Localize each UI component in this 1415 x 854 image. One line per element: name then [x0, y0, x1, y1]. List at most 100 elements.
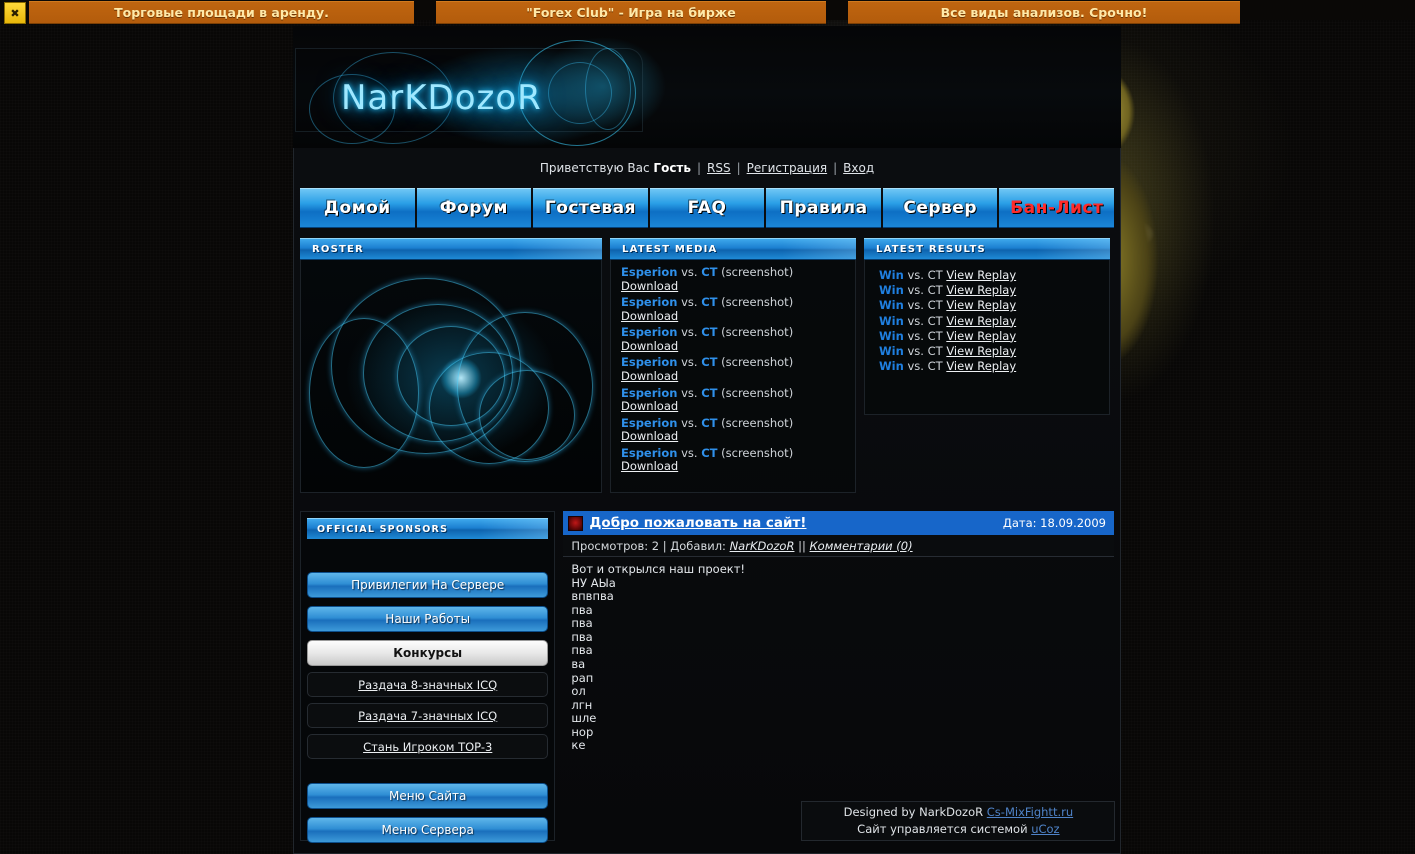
- art-ring-7: [479, 370, 575, 460]
- view-replay-link[interactable]: View Replay: [946, 344, 1016, 358]
- media-kind: (screenshot): [721, 385, 794, 400]
- ad-banner-3[interactable]: Все виды анализов. Срочно!: [848, 1, 1240, 24]
- sidebar-link-icq8[interactable]: Раздача 8-значных ICQ: [307, 672, 549, 697]
- result-outcome: Win: [879, 328, 904, 343]
- list-item: Esperion vs. CT (screenshot) Download: [621, 295, 855, 324]
- result-vs: vs.: [907, 283, 924, 298]
- media-download-link[interactable]: Download: [621, 309, 855, 324]
- media-kind: (screenshot): [721, 445, 794, 460]
- view-replay-link[interactable]: View Replay: [946, 268, 1016, 282]
- media-team[interactable]: Esperion: [621, 325, 677, 339]
- sidebar-link-top3[interactable]: Стань Игроком TOP-3: [307, 734, 549, 759]
- footer-cms-link[interactable]: uCoz: [1031, 822, 1059, 836]
- sidebar-item-privileges[interactable]: Привилегии На Сервере: [307, 572, 549, 598]
- nav-item-home[interactable]: Домой: [300, 188, 415, 228]
- nav-item-forum[interactable]: Форум: [416, 188, 532, 228]
- article-header-left: Добро пожаловать на сайт!: [568, 515, 806, 531]
- result-opponent: CT: [927, 343, 943, 358]
- result-opponent: CT: [927, 328, 943, 343]
- article-line: пва: [571, 616, 593, 631]
- result-opponent: CT: [927, 298, 943, 313]
- result-outcome: Win: [879, 343, 904, 358]
- media-kind: (screenshot): [721, 355, 794, 370]
- nav-item-guestbook[interactable]: Гостевая: [533, 188, 648, 228]
- views-label: Просмотров:: [571, 538, 649, 553]
- added-label: Добавил:: [670, 538, 726, 553]
- media-kind: (screenshot): [721, 325, 794, 340]
- sidebar-item-contests[interactable]: Конкурсы: [307, 640, 549, 666]
- list-item: Win vs. CT View Replay: [879, 283, 1109, 298]
- article-comments-link[interactable]: Комментарии (0): [810, 539, 913, 553]
- nav-item-rules[interactable]: Правила: [766, 188, 881, 228]
- media-opponent[interactable]: CT: [701, 416, 717, 430]
- media-opponent[interactable]: CT: [701, 446, 717, 460]
- login-link[interactable]: Вход: [843, 161, 874, 175]
- media-team[interactable]: Esperion: [621, 355, 677, 370]
- view-replay-link[interactable]: View Replay: [946, 329, 1016, 343]
- sidebar-item-our-works[interactable]: Наши Работы: [307, 606, 549, 632]
- latest-media-body: Esperion vs. CT (screenshot) Download Es…: [610, 260, 856, 493]
- list-item: Win vs. CT View Replay: [879, 298, 1109, 313]
- media-download-link[interactable]: Download: [621, 279, 855, 294]
- view-replay-link[interactable]: View Replay: [946, 283, 1016, 297]
- result-vs: vs.: [907, 268, 924, 282]
- site-logo[interactable]: NarKDozoR: [341, 78, 542, 118]
- view-replay-link[interactable]: View Replay: [946, 314, 1016, 328]
- result-outcome: Win: [879, 268, 904, 282]
- ad-banner-2[interactable]: "Forex Club" - Игра на бирже: [436, 1, 826, 24]
- media-list: Esperion vs. CT (screenshot) Download Es…: [611, 260, 855, 474]
- nav-item-banlist[interactable]: Бан-Лист: [999, 188, 1115, 228]
- site-page: NarKDozoR Приветствую Вас Гость | RSS | …: [293, 26, 1121, 854]
- result-vs: vs.: [907, 343, 924, 358]
- article-line: ке: [571, 738, 586, 753]
- ad-banner-1[interactable]: Торговые площади в аренду.: [29, 1, 414, 24]
- nav-item-server[interactable]: Сервер: [882, 188, 998, 228]
- greeting-username: Гость: [653, 161, 691, 175]
- sidebar-link-label: Раздача 7-значных ICQ: [358, 708, 498, 723]
- article-title[interactable]: Добро пожаловать на сайт!: [589, 515, 806, 531]
- latest-results-body: Win vs. CT View Replay Win vs. CT View R…: [864, 260, 1110, 415]
- media-opponent[interactable]: CT: [701, 325, 717, 339]
- article-author-link[interactable]: NarKDozoR: [730, 539, 795, 553]
- media-vs: vs.: [681, 265, 698, 279]
- media-vs: vs.: [681, 295, 698, 310]
- sidebar-link-icq7[interactable]: Раздача 7-значных ICQ: [307, 703, 549, 728]
- footer-designer-link[interactable]: Cs-MixFightt.ru: [987, 805, 1073, 819]
- close-icon[interactable]: ✖: [4, 2, 26, 24]
- article-body: Вот и открылся наш проект! НУ АЫа впвпва…: [563, 557, 1114, 753]
- media-kind: (screenshot): [721, 415, 794, 430]
- greeting-bar: Приветствую Вас Гость | RSS | Регистраци…: [294, 148, 1120, 188]
- media-download-link[interactable]: Download: [621, 339, 855, 354]
- result-vs: vs.: [907, 359, 924, 374]
- list-item: Esperion vs. CT (screenshot) Download: [621, 356, 855, 383]
- view-replay-link[interactable]: View Replay: [946, 298, 1016, 312]
- media-download-link[interactable]: Download: [621, 460, 855, 474]
- media-kind: (screenshot): [721, 295, 794, 310]
- news-article: Добро пожаловать на сайт! Дата: 18.09.20…: [563, 511, 1116, 841]
- list-item: Win vs. CT View Replay: [879, 329, 1109, 344]
- media-team[interactable]: Esperion: [621, 265, 677, 279]
- media-download-link[interactable]: Download: [621, 399, 855, 414]
- result-outcome: Win: [879, 298, 904, 313]
- sidebar-item-server-menu[interactable]: Меню Сервера: [307, 817, 549, 843]
- sidebar-item-site-menu[interactable]: Меню Сайта: [307, 783, 549, 809]
- media-opponent[interactable]: CT: [701, 355, 717, 370]
- register-link[interactable]: Регистрация: [747, 161, 827, 175]
- media-team[interactable]: Esperion: [621, 295, 677, 309]
- greeting-prefix: Приветствую Вас: [539, 161, 650, 175]
- media-opponent[interactable]: CT: [701, 295, 717, 309]
- result-vs: vs.: [907, 328, 924, 343]
- media-download-link[interactable]: Download: [621, 369, 855, 384]
- media-team[interactable]: Esperion: [621, 386, 677, 400]
- media-team[interactable]: Esperion: [621, 416, 677, 430]
- media-team[interactable]: Esperion: [621, 446, 677, 460]
- nav-item-faq[interactable]: FAQ: [649, 188, 765, 228]
- media-download-link[interactable]: Download: [621, 430, 855, 444]
- view-replay-link[interactable]: View Replay: [946, 359, 1016, 373]
- rss-link[interactable]: RSS: [707, 161, 731, 175]
- article-line: пва: [571, 643, 593, 658]
- media-opponent[interactable]: CT: [701, 386, 717, 400]
- footer-designer-label: Designed by NarkDozoR: [843, 804, 984, 819]
- result-opponent: CT: [927, 283, 943, 298]
- media-opponent[interactable]: CT: [701, 265, 717, 279]
